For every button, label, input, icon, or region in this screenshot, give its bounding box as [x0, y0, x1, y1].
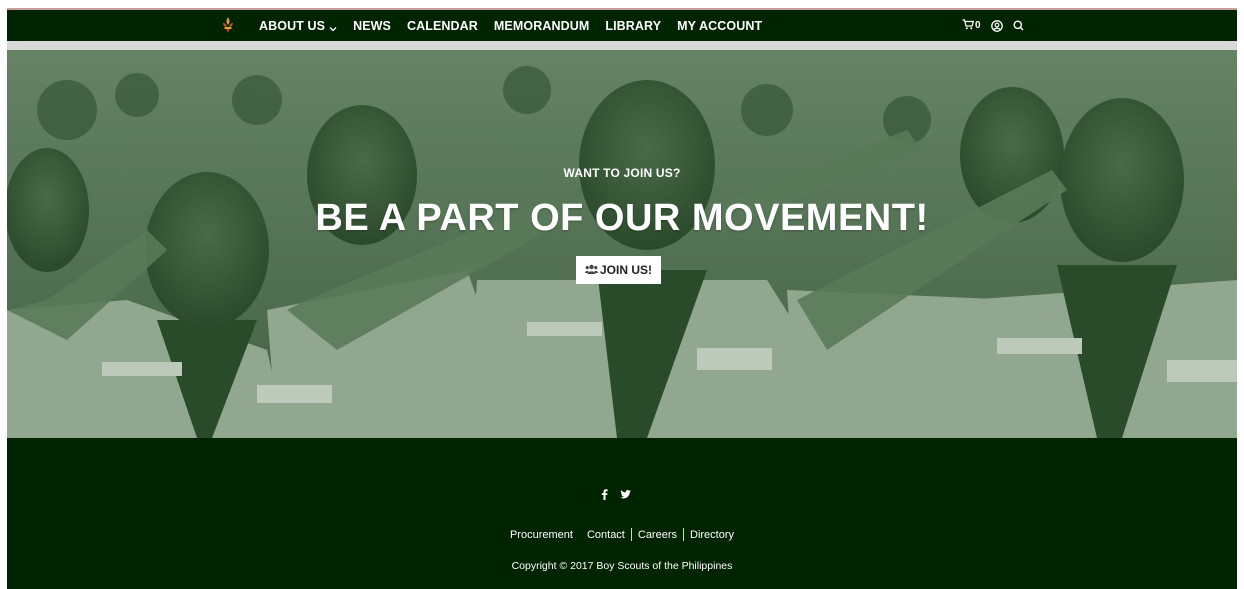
hero-kicker: WANT TO JOIN US? [563, 166, 681, 180]
chevron-down-icon [329, 22, 337, 31]
copyright-text: Copyright © 2017 Boy Scouts of the Phili… [511, 560, 733, 572]
nav-item-calendar[interactable]: CALENDAR [407, 19, 478, 33]
search-icon[interactable] [1013, 20, 1024, 31]
nav-item-label: ABOUT US [259, 18, 326, 33]
users-icon [584, 263, 600, 277]
cart-icon [962, 18, 975, 33]
hero-title: BE A PART OF OUR MOVEMENT! [315, 197, 929, 239]
nav-item-library[interactable]: LIBRARY [605, 19, 661, 33]
nav-icons: 0 [962, 10, 1034, 41]
join-us-label: JOIN US! [599, 263, 652, 277]
nav-item-memorandum[interactable]: MEMORANDUM [494, 19, 589, 33]
nav-item-my-account[interactable]: MY ACCOUNT [677, 19, 762, 33]
nav-item-about-us[interactable]: ABOUT US [259, 19, 337, 33]
main-navbar: ABOUT US NEWS CALENDAR MEMORANDUM LIBRAR… [7, 10, 1237, 41]
nav-item-news[interactable]: NEWS [353, 19, 391, 33]
nav-links: ABOUT US NEWS CALENDAR MEMORANDUM LIBRAR… [259, 10, 778, 41]
twitter-icon[interactable] [620, 490, 631, 499]
hero-banner: WANT TO JOIN US? BE A PART OF OUR MOVEME… [7, 50, 1237, 438]
footer-links: Procurement Contact Careers Directory [7, 528, 1237, 541]
cart-button[interactable]: 0 [962, 18, 981, 33]
cart-count-badge: 0 [975, 20, 981, 31]
facebook-icon[interactable] [601, 489, 608, 500]
hero-content: WANT TO JOIN US? BE A PART OF OUR MOVEME… [7, 50, 1237, 438]
footer-link-directory[interactable]: Directory [684, 529, 740, 541]
join-us-button[interactable]: JOIN US! [576, 256, 661, 284]
header-divider [7, 41, 1237, 50]
footer-link-procurement[interactable]: Procurement [504, 529, 579, 541]
site-footer: Procurement Contact Careers Directory Co… [7, 438, 1237, 589]
footer-link-contact[interactable]: Contact [581, 529, 631, 541]
user-icon[interactable] [990, 19, 1003, 32]
scout-logo-icon[interactable] [221, 17, 235, 34]
footer-link-careers[interactable]: Careers [632, 529, 683, 541]
social-links [601, 489, 643, 500]
